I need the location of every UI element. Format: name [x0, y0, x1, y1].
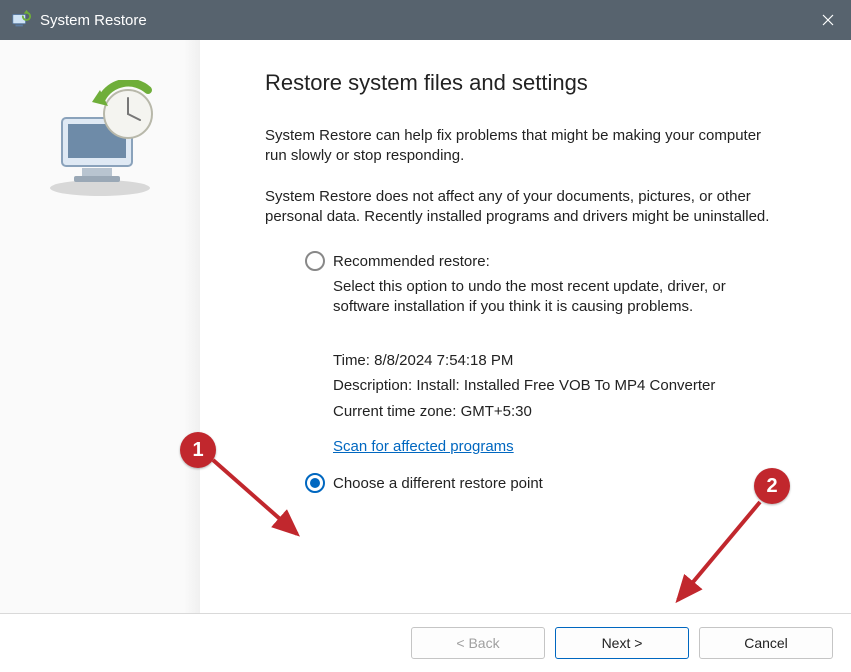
window-controls: [805, 0, 851, 40]
cancel-button[interactable]: Cancel: [699, 627, 833, 659]
recommended-restore-label: Recommended restore:: [333, 253, 490, 270]
main-content: Restore system files and settings System…: [0, 40, 851, 614]
detail-timezone: Current time zone: GMT+5:30: [333, 399, 785, 425]
titlebar: System Restore: [0, 0, 851, 40]
back-button[interactable]: < Back: [411, 627, 545, 659]
recommended-restore-description: Select this option to undo the most rece…: [333, 277, 785, 318]
left-illustration-pane: [0, 40, 200, 613]
right-content-pane: Restore system files and settings System…: [200, 40, 851, 613]
next-button[interactable]: Next >: [555, 627, 689, 659]
radio-selected-icon: [305, 473, 325, 493]
close-button[interactable]: [805, 0, 851, 40]
intro-paragraph-2: System Restore does not affect any of yo…: [265, 187, 785, 228]
radio-unselected-icon: [305, 251, 325, 271]
restore-options: Recommended restore: Select this option …: [305, 251, 785, 493]
system-restore-window: System Restore: [0, 0, 851, 672]
wizard-footer: < Back Next > Cancel: [0, 614, 851, 672]
intro-paragraph-1: System Restore can help fix problems tha…: [265, 126, 785, 167]
choose-different-restore-label: Choose a different restore point: [333, 475, 543, 492]
choose-different-restore-radio[interactable]: Choose a different restore point: [305, 473, 785, 493]
scan-affected-programs-link[interactable]: Scan for affected programs: [333, 438, 514, 455]
restore-point-details: Time: 8/8/2024 7:54:18 PM Description: I…: [333, 348, 785, 425]
client-area: Restore system files and settings System…: [0, 40, 851, 672]
restore-illustration-icon: [30, 80, 170, 200]
recommended-restore-radio[interactable]: Recommended restore:: [305, 251, 785, 271]
system-restore-icon: [10, 9, 32, 31]
page-heading: Restore system files and settings: [265, 70, 811, 96]
window-title: System Restore: [40, 12, 805, 29]
detail-time: Time: 8/8/2024 7:54:18 PM: [333, 348, 785, 374]
detail-description: Description: Install: Installed Free VOB…: [333, 373, 785, 399]
